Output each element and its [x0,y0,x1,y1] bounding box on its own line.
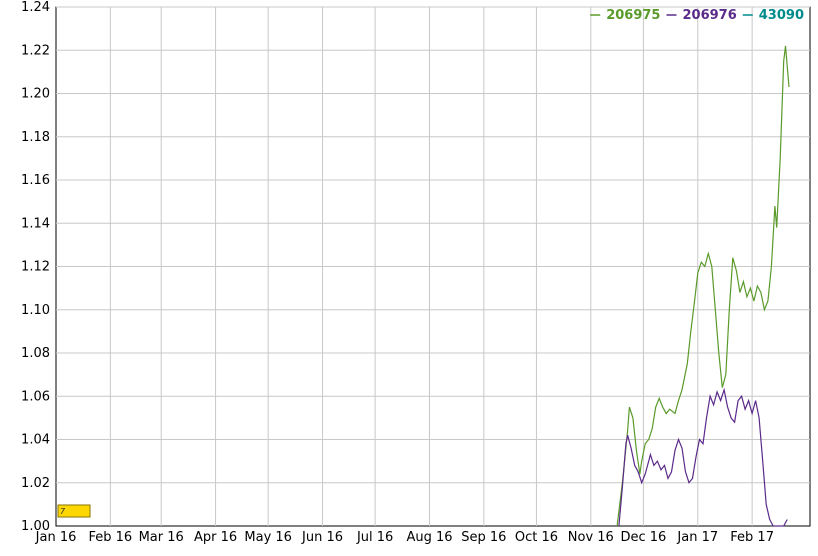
x-tick-label: Dec 16 [620,530,666,545]
chart: 1.00 1.02 1.04 1.06 1.08 1.10 1.12 1.14 1.16 1.18… [0,0,818,551]
y-tick-label: 1.22 [21,43,50,58]
x-tick-label: Sep 16 [461,530,506,545]
x-tick-label: Jul 16 [356,530,393,545]
x-tick-label: Jan 16 [35,530,77,545]
x-axis-ticks: Jan 16 Feb 16 Mar 16 Apr 16 May 16 Jun 16 Jul … [35,530,774,545]
x-tick-label: Apr 16 [194,530,237,545]
x-tick-label: Jan 17 [676,530,718,545]
x-tick-label: Mar 16 [139,530,184,545]
y-tick-label: 1.18 [21,130,50,145]
y-tick-label: 1.08 [21,346,50,361]
y-tick-label: 1.04 [21,433,50,448]
y-tick-label: 1.10 [21,303,50,318]
x-tick-label: May 16 [244,530,292,545]
legend-label: 206976 [682,8,736,23]
y-tick-label: 1.12 [21,260,50,275]
x-tick-label: Feb 16 [89,530,133,545]
y-tick-label: 1.02 [21,476,50,491]
y-tick-label: 1.24 [21,0,50,15]
y-tick-label: 1.16 [21,173,50,188]
legend-label: 43090 [759,8,804,23]
x-tick-label: Aug 16 [406,530,452,545]
legend-label: 206975 [606,8,660,23]
x-tick-label: Nov 16 [568,530,614,545]
y-tick-label: 1.14 [21,216,50,231]
x-tick-label: Jun 16 [301,530,343,545]
line-chart: 1.001.021.041.061.081.101.121.141.161.18… [21,0,811,545]
x-tick-label: Feb 17 [730,530,774,545]
marker-flag[interactable]: 7 [57,504,91,518]
y-tick-label: 1.20 [21,87,50,102]
x-tick-label: Oct 16 [515,530,558,545]
y-axis-ticks: 1.001.021.041.061.081.101.121.141.161.18… [21,0,50,534]
legend: 43090 206976 206975 [590,8,804,23]
y-tick-label: 1.06 [21,389,50,404]
